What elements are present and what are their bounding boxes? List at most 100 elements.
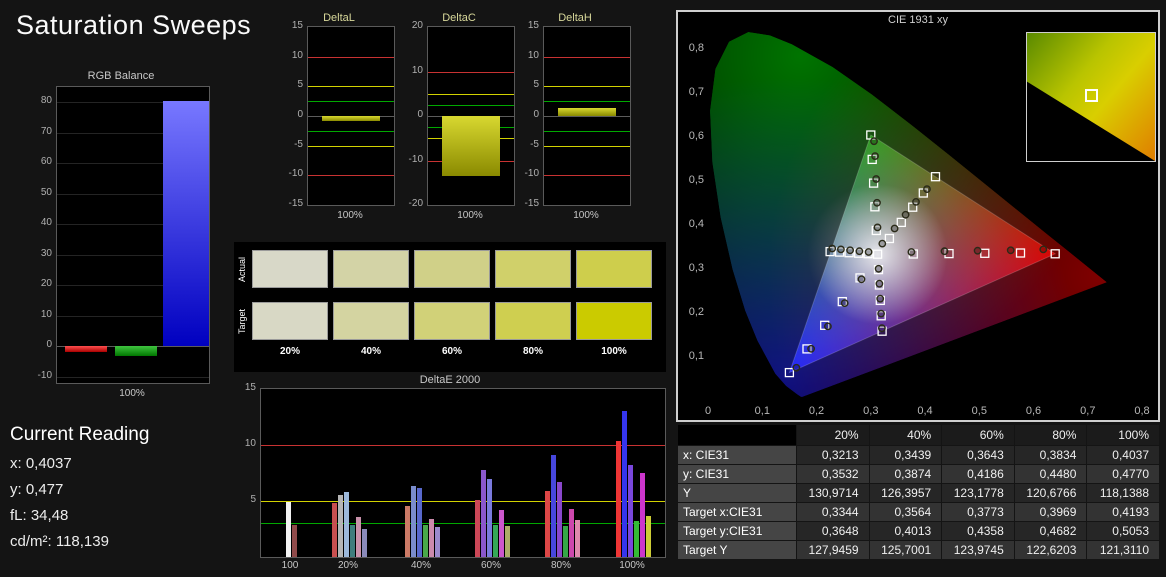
deltae-bar xyxy=(349,524,355,557)
axis-tick-label: 0,6 xyxy=(1026,405,1041,417)
axis-tick-label: 5 xyxy=(533,79,539,91)
rgb-bar-red xyxy=(65,346,107,352)
cie-measured-point xyxy=(907,248,916,256)
deltae-bar xyxy=(410,486,416,557)
axis-tick-label: 60% xyxy=(480,560,501,571)
ref-line xyxy=(308,145,394,147)
delta-c-title: DeltaC xyxy=(442,12,476,24)
axis-tick-label: 0,3 xyxy=(863,405,878,417)
deltae-bar xyxy=(492,524,498,557)
axis-tick-label: 0,4 xyxy=(917,405,932,417)
cie-measured-point xyxy=(874,264,883,273)
axis-tick-label: -10 xyxy=(37,369,52,381)
cie-measured-point xyxy=(807,344,816,353)
ref-line xyxy=(308,56,394,58)
table-cell: 0,3213 xyxy=(797,446,869,464)
ref-line xyxy=(308,86,394,88)
table-cell: 0,3532 xyxy=(797,465,869,483)
axis-tick-label: 20 xyxy=(40,278,52,290)
cie-measured-point xyxy=(940,247,949,256)
table-row-label: Target y:CIE31 xyxy=(678,522,796,540)
swatch-row-label-target: Target xyxy=(237,308,247,334)
deltae-bar xyxy=(645,515,651,557)
axis-tick-label: 10 xyxy=(244,438,256,449)
ref-line xyxy=(544,86,630,88)
axis-tick-label: 20% xyxy=(337,560,358,571)
delta-h-plot xyxy=(543,26,631,206)
deltae-bar xyxy=(639,473,645,557)
deltae-bar xyxy=(568,508,574,557)
cie-measured-point xyxy=(890,224,899,233)
table-cell: 0,4480 xyxy=(1014,465,1087,483)
table-cell: 0,4770 xyxy=(1087,465,1159,483)
table-cell: 121,3110 xyxy=(1087,541,1159,559)
table-cell: 130,9714 xyxy=(797,484,869,502)
delta-e-x-axis: 100 20% 40% 60% 80% 100% xyxy=(234,560,666,574)
swatch-actual xyxy=(576,250,652,288)
ref-line xyxy=(544,101,630,103)
delta-bar xyxy=(558,107,616,116)
cie-measured-point xyxy=(877,309,886,318)
deltae-bar xyxy=(556,482,562,557)
delta-h-title: DeltaH xyxy=(558,12,592,24)
table-cell: 0,4186 xyxy=(942,465,1014,483)
axis-tick-label: 10 xyxy=(527,49,539,61)
actual-target-swatch-panel: Actual Target 20% 40% 60% 80% 100% xyxy=(234,242,666,372)
axis-tick-label: 0,4 xyxy=(689,218,704,230)
table-cell: 123,1778 xyxy=(942,484,1014,502)
deltae-bar xyxy=(474,499,480,557)
current-reading-y: y: 0,477 xyxy=(10,481,64,498)
table-cell: 0,4358 xyxy=(942,522,1014,540)
cie-measured-point xyxy=(871,152,880,161)
table-cell: 127,9459 xyxy=(797,541,869,559)
table-header-cell: 60% xyxy=(942,425,1014,445)
rgb-balance-chart: RGB Balance 80 70 60 50 40 30 20 10 0 -10 100% xyxy=(30,70,212,420)
swatch-target xyxy=(333,302,409,340)
deltae-bar xyxy=(550,455,556,557)
swatch-target xyxy=(414,302,490,340)
axis-tick-label: -5 xyxy=(530,138,539,150)
table-cell: 125,7001 xyxy=(869,541,942,559)
table-cell: 0,3969 xyxy=(1014,503,1087,521)
table-row-label: Target x:CIE31 xyxy=(678,503,796,521)
cie-measured-point xyxy=(877,324,886,333)
ref-line xyxy=(308,130,394,132)
axis-tick-label: -10 xyxy=(288,168,303,180)
axis-tick-label: 80 xyxy=(40,95,52,107)
axis-tick-label: 10 xyxy=(291,49,303,61)
delta-l-chart: DeltaL 15 10 5 0 -5 -10 -15 100% xyxy=(281,12,397,236)
ref-line xyxy=(544,56,630,58)
cie-measured-point xyxy=(823,322,832,331)
rgb-balance-x-label: 100% xyxy=(119,388,145,399)
cie-measured-point xyxy=(912,197,920,206)
rgb-balance-plot xyxy=(56,86,210,384)
deltae-bar xyxy=(337,495,343,557)
deltae-bar xyxy=(574,520,580,557)
delta-e-2000-chart: DeltaE 2000 15 10 5 100 20% 40% 60% 80% 100% xyxy=(234,374,666,577)
deltae-bar xyxy=(291,524,297,557)
deltae-bar xyxy=(285,502,291,557)
current-reading-x: x: 0,4037 xyxy=(10,455,72,472)
deltae-bar xyxy=(486,478,492,557)
ref-line xyxy=(308,175,394,177)
cie-zoom-inset xyxy=(1026,32,1156,162)
cie-measured-point xyxy=(873,198,881,207)
cie-measured-point xyxy=(870,137,878,146)
axis-tick-label: 0 xyxy=(533,109,539,120)
ref-line xyxy=(428,104,514,106)
swatch-row-label-actual: Actual xyxy=(237,256,247,282)
cie-measured-point xyxy=(973,246,982,255)
table-cell: 0,3773 xyxy=(942,503,1014,521)
axis-tick-label: 5 xyxy=(297,79,303,91)
ref-line xyxy=(544,145,630,147)
cie-measured-point xyxy=(1006,246,1015,255)
ref-line xyxy=(544,130,630,132)
deltae-bar xyxy=(633,521,639,557)
swatch-column-label: 100% xyxy=(601,346,627,357)
cie-measured-point xyxy=(878,239,887,248)
table-cell: 0,5053 xyxy=(1087,522,1159,540)
current-reading-block: Current Reading x: 0,4037 y: 0,477 fL: 3… xyxy=(10,424,225,550)
table-header-cell: 100% xyxy=(1087,425,1159,445)
deltae-bar xyxy=(361,529,367,557)
cie-measured-point xyxy=(901,210,910,219)
